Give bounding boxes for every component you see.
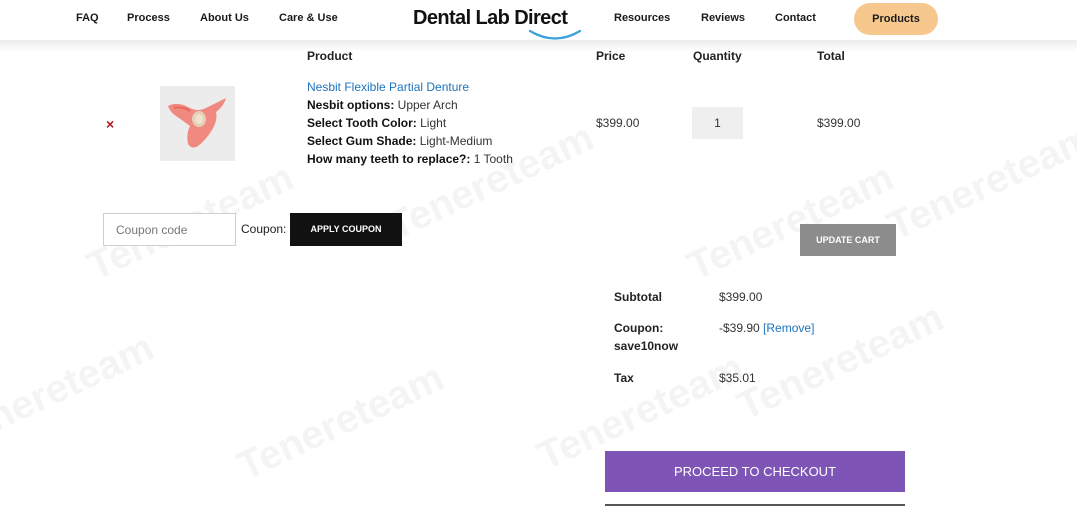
option-label: How many teeth to replace?: xyxy=(307,152,471,166)
quantity-input[interactable] xyxy=(692,107,743,139)
option-tooth-color: Select Tooth Color: Light xyxy=(307,116,446,130)
coupon-discount: -$39.90 [Remove] xyxy=(719,321,814,335)
apply-coupon-button[interactable]: APPLY COUPON xyxy=(290,213,402,246)
option-arch: Nesbit options: Upper Arch xyxy=(307,98,458,112)
products-button[interactable]: Products xyxy=(854,3,938,35)
nav-contact[interactable]: Contact xyxy=(775,12,816,24)
item-price: $399.00 xyxy=(596,116,640,130)
remove-item-icon[interactable]: × xyxy=(106,116,114,132)
option-label: Select Gum Shade: xyxy=(307,134,417,148)
proceed-to-checkout-button[interactable]: PROCEED TO CHECKOUT xyxy=(605,451,905,492)
nav-process[interactable]: Process xyxy=(127,12,170,24)
coupon-discount-value: -$39.90 xyxy=(719,321,760,335)
subtotal-label: Subtotal xyxy=(614,290,662,304)
site-logo[interactable]: Dental Lab Direct xyxy=(413,7,568,30)
option-label: Nesbit options: xyxy=(307,98,395,112)
product-thumbnail[interactable] xyxy=(160,86,235,161)
option-gum-shade: Select Gum Shade: Light-Medium xyxy=(307,134,492,148)
watermark-text: Tenereteam xyxy=(731,295,951,429)
nav-resources[interactable]: Resources xyxy=(614,12,670,24)
nav-reviews[interactable]: Reviews xyxy=(701,12,745,24)
option-value: Light-Medium xyxy=(419,134,493,148)
option-teeth-count: How many teeth to replace?: 1 Tooth xyxy=(307,152,513,166)
watermark-text: Tenereteam xyxy=(231,355,451,489)
nav-faq[interactable]: FAQ xyxy=(76,12,99,24)
logo-smile-icon xyxy=(528,29,582,40)
coupon-code-input[interactable] xyxy=(103,213,236,246)
site-header: FAQ Process About Us Care & Use Dental L… xyxy=(0,0,1077,40)
tax-label: Tax xyxy=(614,371,634,385)
tax-value: $35.01 xyxy=(719,371,756,385)
watermark-text: Tenereteam xyxy=(0,325,161,459)
coupon-label: Coupon: xyxy=(241,222,287,236)
item-total: $399.00 xyxy=(817,116,861,130)
coupon-code-name: save10now xyxy=(614,339,679,353)
option-value: Light xyxy=(420,116,447,130)
nav-about-us[interactable]: About Us xyxy=(200,12,249,24)
remove-coupon-link[interactable]: [Remove] xyxy=(763,321,814,335)
watermark-text: Tenereteam xyxy=(681,155,901,289)
watermark-text: Tenereteam xyxy=(881,115,1077,249)
nav-care-use[interactable]: Care & Use xyxy=(279,12,338,24)
subtotal-value: $399.00 xyxy=(719,290,763,304)
update-cart-button[interactable]: UPDATE CART xyxy=(800,224,896,256)
denture-image-icon xyxy=(168,98,226,148)
option-value: Upper Arch xyxy=(397,98,458,112)
product-name-link[interactable]: Nesbit Flexible Partial Denture xyxy=(307,80,469,94)
coupon-total-label: Coupon: xyxy=(614,321,664,335)
option-label: Select Tooth Color: xyxy=(307,116,417,130)
option-value: 1 Tooth xyxy=(473,152,513,166)
